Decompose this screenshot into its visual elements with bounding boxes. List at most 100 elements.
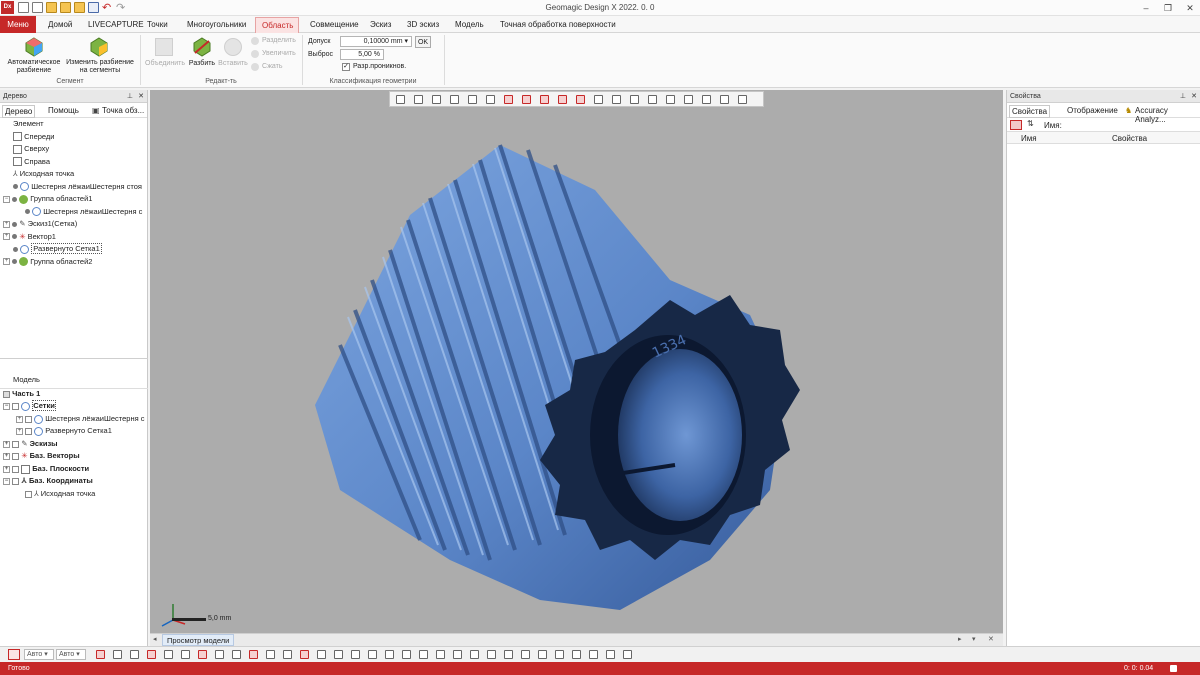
- 3d-viewport[interactable]: 1334 5,0 mm: [150, 90, 1003, 633]
- collapse-icon[interactable]: −: [3, 477, 10, 485]
- tree-item[interactable]: + ✳ Вектор1: [0, 231, 147, 244]
- expand-icon[interactable]: +: [16, 415, 23, 423]
- close-pane-icon[interactable]: ✕: [138, 90, 144, 103]
- tree-item[interactable]: Справа: [0, 156, 147, 169]
- split-icon[interactable]: [192, 37, 212, 57]
- visibility-dot[interactable]: [13, 184, 18, 190]
- back-view-icon[interactable]: [450, 95, 459, 104]
- tab-livecapture[interactable]: LIVECAPTURE: [82, 17, 150, 33]
- minimize-icon[interactable]: –: [1140, 2, 1152, 14]
- tree-item[interactable]: ⅄ Исходная точка: [0, 168, 147, 181]
- visibility-checkbox[interactable]: [25, 490, 32, 498]
- tree-item[interactable]: Шестерня лёжаиШестерня стоя: [0, 181, 147, 194]
- boundary-icon[interactable]: [521, 650, 530, 659]
- expand-icon[interactable]: +: [3, 465, 10, 473]
- tab-properties[interactable]: Свойства: [1009, 105, 1051, 118]
- tree-item[interactable]: Шестерня лёжаиШестерня с: [0, 206, 147, 219]
- visibility-dot[interactable]: [13, 246, 18, 252]
- tab-help[interactable]: Помощь: [48, 106, 79, 115]
- ok-button[interactable]: OK: [415, 36, 431, 48]
- tab-exact-surfacing[interactable]: Точная обработка поверхности: [494, 17, 622, 33]
- restore-icon[interactable]: ❐: [1162, 2, 1174, 14]
- expand-icon[interactable]: +: [3, 233, 10, 241]
- edge-icon[interactable]: [198, 650, 207, 659]
- grid-icon[interactable]: [334, 650, 343, 659]
- pin-icon[interactable]: ⊥: [127, 90, 133, 103]
- normal-icon[interactable]: [487, 650, 496, 659]
- visibility-dot[interactable]: [25, 209, 30, 215]
- curvature-icon[interactable]: [385, 650, 394, 659]
- expand-icon[interactable]: +: [3, 258, 10, 266]
- categorized-icon[interactable]: [1010, 120, 1022, 130]
- deviation-icon[interactable]: [368, 650, 377, 659]
- filter-auto-dropdown[interactable]: Авто ▾: [24, 649, 54, 660]
- pan-icon[interactable]: [612, 95, 621, 104]
- model-item[interactable]: + Развернуто Сетка1: [16, 425, 112, 438]
- model-item[interactable]: − ⅄ Баз. Координаты: [3, 475, 93, 488]
- lasso-icon[interactable]: [648, 95, 657, 104]
- tab-model-view[interactable]: Просмотр модели: [162, 634, 235, 646]
- clip-plane-icon[interactable]: [283, 650, 292, 659]
- hide-icon[interactable]: [249, 650, 258, 659]
- model-item[interactable]: − Сетки: [3, 400, 56, 413]
- tree-item[interactable]: + Группа областей2: [0, 256, 147, 269]
- visibility-dot[interactable]: [12, 221, 18, 227]
- close-pane-icon[interactable]: ✕: [1191, 90, 1197, 103]
- tab-right-arrow[interactable]: ▸: [958, 635, 962, 643]
- tolerance-field[interactable]: 0,10000 mm ▾: [340, 36, 412, 47]
- clip-plane-icon[interactable]: [589, 650, 598, 659]
- visibility-checkbox[interactable]: [12, 440, 20, 448]
- tab-points[interactable]: Точки: [141, 17, 174, 33]
- snap-icon[interactable]: [317, 650, 326, 659]
- light-icon[interactable]: [572, 650, 581, 659]
- point-toggle-icon[interactable]: [470, 650, 479, 659]
- visibility-dot[interactable]: [12, 234, 18, 240]
- auto-segment-icon[interactable]: [24, 37, 44, 57]
- col-properties[interactable]: Свойства: [1112, 134, 1147, 143]
- expand-icon[interactable]: +: [3, 452, 10, 460]
- measure-tool-icon[interactable]: [606, 650, 615, 659]
- collapse-icon[interactable]: −: [3, 195, 10, 203]
- gear-mesh-model[interactable]: 1334: [150, 90, 1003, 633]
- right-view-icon[interactable]: [486, 95, 495, 104]
- shade-icon[interactable]: [684, 95, 693, 104]
- tab-model[interactable]: Модель: [449, 17, 490, 33]
- normal-icon[interactable]: [181, 650, 190, 659]
- measure-tool-icon[interactable]: [300, 650, 309, 659]
- brush-icon[interactable]: [666, 95, 675, 104]
- zoom-fit-icon[interactable]: [558, 95, 567, 104]
- tab-region[interactable]: Область: [255, 17, 299, 33]
- point-toggle-icon[interactable]: [164, 650, 173, 659]
- collapse-icon[interactable]: −: [3, 402, 10, 410]
- wire-toggle-icon[interactable]: [147, 650, 156, 659]
- tab-viewpoint[interactable]: Точка обз...: [102, 106, 144, 115]
- view-cube-icon[interactable]: [396, 95, 405, 104]
- tab-display[interactable]: Отображение: [1067, 106, 1118, 115]
- resegment-label[interactable]: Изменить разбиение на сегменты: [62, 59, 138, 75]
- front-view-icon[interactable]: [432, 95, 441, 104]
- split-button[interactable]: Разбить: [186, 60, 218, 68]
- section-icon[interactable]: [504, 95, 513, 104]
- expand-icon[interactable]: +: [16, 427, 23, 435]
- visibility-checkbox[interactable]: [25, 415, 33, 423]
- visibility-dot[interactable]: [12, 196, 18, 202]
- rotate-icon[interactable]: [594, 95, 603, 104]
- tab-menu[interactable]: Меню: [0, 16, 36, 33]
- tab-3d-sketch[interactable]: 3D эскиз: [401, 17, 445, 33]
- tree-item[interactable]: + ✎ Эскиз1(Сетка): [0, 218, 147, 231]
- filter-auto-dropdown-2[interactable]: Авто ▾: [56, 649, 86, 660]
- model-item[interactable]: + Шестерня лёжаиШестерня с: [16, 413, 145, 426]
- hide-icon[interactable]: [555, 650, 564, 659]
- tab-alignment[interactable]: Совмещение: [304, 17, 365, 33]
- sort-az-icon[interactable]: ⇅: [1027, 119, 1034, 128]
- shade-toggle-icon[interactable]: [130, 650, 139, 659]
- clip-icon[interactable]: [522, 95, 531, 104]
- tab-polygons[interactable]: Многоугольники: [181, 17, 252, 33]
- display-icon[interactable]: [738, 95, 747, 104]
- close-icon[interactable]: ✕: [1184, 2, 1196, 14]
- wire-icon[interactable]: [702, 95, 711, 104]
- pane-splitter[interactable]: [0, 358, 148, 362]
- measure-icon[interactable]: [540, 95, 549, 104]
- region-icon[interactable]: [113, 650, 122, 659]
- visibility-checkbox[interactable]: [12, 402, 20, 410]
